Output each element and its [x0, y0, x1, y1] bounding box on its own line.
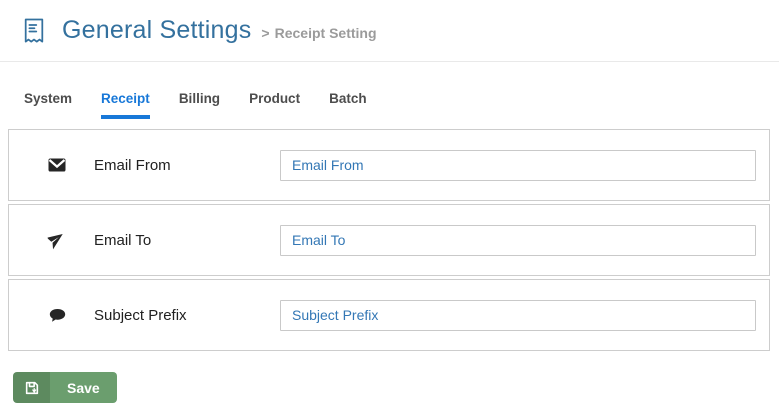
comment-icon	[48, 306, 66, 324]
email-to-label: Email To	[94, 231, 152, 249]
tab-product[interactable]: Product	[249, 91, 300, 119]
tab-receipt[interactable]: Receipt	[101, 91, 150, 119]
breadcrumb-separator: >	[261, 25, 270, 41]
breadcrumb-current: Receipt Setting	[274, 25, 377, 41]
tab-billing[interactable]: Billing	[179, 91, 220, 119]
subject-prefix-row: Subject Prefix	[8, 279, 770, 351]
tab-system[interactable]: System	[24, 91, 72, 119]
email-to-input[interactable]	[280, 224, 756, 256]
page-title: General Settings	[62, 16, 252, 44]
paper-plane-icon	[46, 231, 66, 250]
breadcrumb: > Receipt Setting	[261, 25, 376, 41]
settings-tabs: System Receipt Billing Product Batch	[24, 91, 779, 119]
email-from-label: Email From	[94, 156, 171, 174]
page-header: General Settings > Receipt Setting	[0, 0, 779, 62]
envelope-icon	[48, 156, 66, 174]
email-from-input[interactable]	[280, 149, 756, 181]
subject-prefix-label: Subject Prefix	[94, 306, 187, 324]
subject-prefix-input[interactable]	[280, 299, 756, 331]
save-button[interactable]: Save	[13, 372, 117, 403]
tab-batch[interactable]: Batch	[329, 91, 367, 119]
save-button-label: Save	[50, 372, 117, 403]
floppy-save-icon	[13, 372, 50, 403]
email-from-row: Email From	[8, 129, 770, 201]
email-to-row: Email To	[8, 204, 770, 276]
receipt-icon	[24, 18, 44, 42]
receipt-settings-form: Email From Email To Subject Prefix	[8, 129, 770, 351]
